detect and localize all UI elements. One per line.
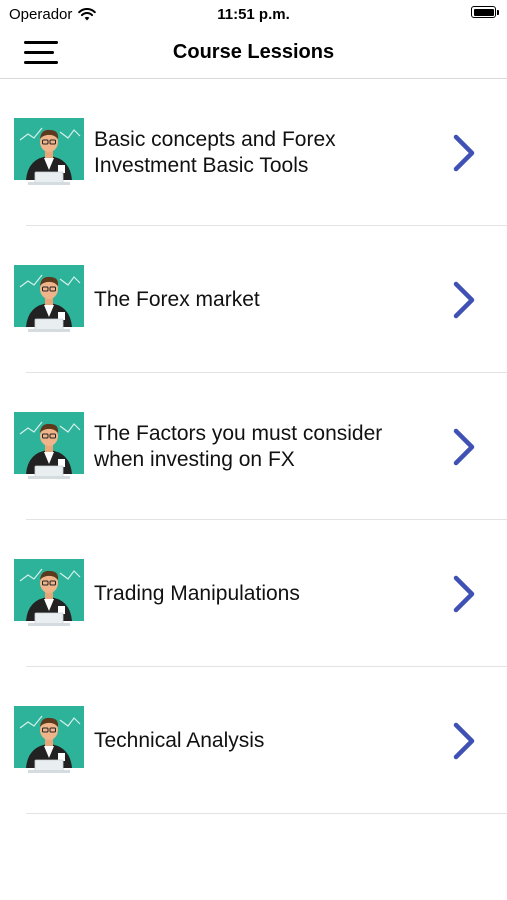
- businessman-laptop-thumbnail-icon: [14, 559, 84, 626]
- lesson-title: Trading Manipulations: [94, 581, 300, 605]
- lesson-list-item[interactable]: Technical Analysis: [0, 667, 507, 814]
- clock: 11:51 p.m.: [217, 6, 290, 23]
- lesson-list-item[interactable]: Basic concepts and Forex Investment Basi…: [0, 79, 507, 226]
- battery-icon: [471, 6, 499, 18]
- lesson-list-item[interactable]: Trading Manipulations: [0, 520, 507, 667]
- lesson-title: Basic concepts and Forex Investment Basi…: [94, 127, 336, 177]
- navigation-bar: Course Lessions: [0, 28, 507, 79]
- lesson-title: The Factors you must consider when inves…: [94, 421, 383, 471]
- page-title: Course Lessions: [172, 41, 335, 63]
- lesson-title: Technical Analysis: [94, 728, 265, 752]
- lesson-title: The Forex market: [94, 287, 260, 311]
- lesson-list-item[interactable]: The Forex market: [0, 226, 507, 373]
- businessman-laptop-thumbnail-icon: [14, 412, 84, 479]
- chevron-right-icon[interactable]: [451, 427, 477, 467]
- businessman-laptop-thumbnail-icon: [14, 265, 84, 332]
- chevron-right-icon[interactable]: [451, 721, 477, 761]
- businessman-laptop-thumbnail-icon: [14, 706, 84, 773]
- chevron-right-icon[interactable]: [451, 280, 477, 320]
- status-bar: Operador 11:51 p.m.: [0, 0, 507, 28]
- chevron-right-icon[interactable]: [451, 574, 477, 614]
- chevron-right-icon[interactable]: [451, 133, 477, 173]
- lesson-list: Basic concepts and Forex Investment Basi…: [0, 79, 507, 814]
- lesson-list-item[interactable]: The Factors you must consider when inves…: [0, 373, 507, 520]
- businessman-laptop-thumbnail-icon: [14, 118, 84, 185]
